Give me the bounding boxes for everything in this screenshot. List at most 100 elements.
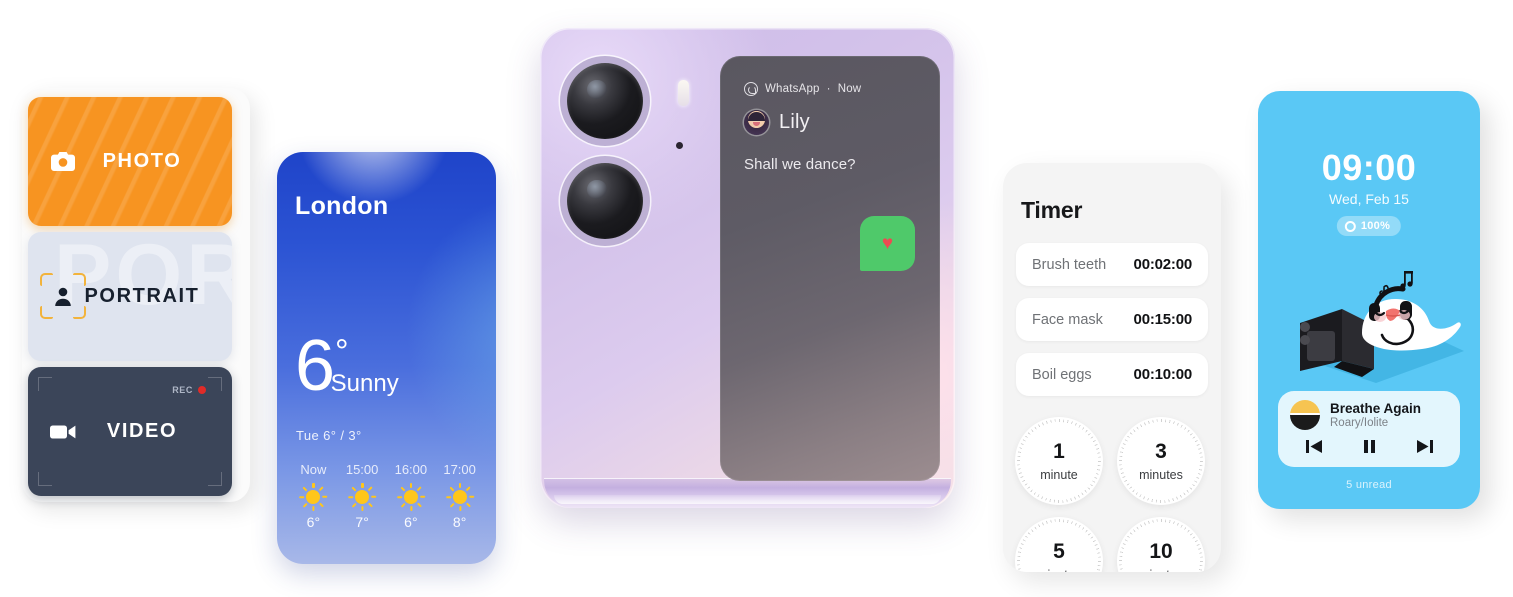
heart-icon: ♥ [881,233,894,254]
status-badge: 100% [1336,216,1402,236]
music-track-title: Breathe Again [1330,400,1422,416]
hourly-time: 17:00 [443,462,476,477]
weather-widget[interactable]: London 6 ° Sunny Tue 6° / 3° Now 6° 15:0… [277,152,496,564]
sun-ray [319,502,325,508]
person-glyph-icon [44,287,82,306]
battery-ring-icon [1344,220,1356,232]
camera-mode-video[interactable]: REC VIDEO [28,367,232,496]
timer-row-duration: 00:02:00 [1133,256,1193,273]
sun-ray [468,495,474,499]
dial-ticks [1119,519,1203,572]
sun-ray [367,486,374,492]
hourly-item[interactable]: Now 6° [289,462,338,530]
sun-ray [445,495,451,499]
lockscreen-clock-widget: 09:00 Wed, Feb 15 100% Breathe Again Roa… [1258,91,1480,509]
weather-hourly-forecast: Now 6° 15:00 7° 16:00 6° 17:00 8° [289,462,484,530]
clock-date: Wed, Feb 15 [1329,191,1409,207]
weather-current-block: 6 ° Sunny [295,330,399,402]
sun-ray [397,495,403,499]
unread-count-label: 5 unread [1346,479,1392,491]
hourly-time: Now [300,462,327,477]
sun-icon [445,483,474,511]
bird-with-headphones-illustration [1258,251,1480,391]
sun-ray [458,483,462,488]
sun-ray [351,502,357,508]
notification-app-header: WhatsApp · Now [744,82,861,96]
clock-time: 09:00 [1321,147,1417,188]
weather-condition: Sunny [330,370,399,398]
camera-mode-photo-label: PHOTO [102,150,182,172]
camera-mode-photo[interactable]: PHOTO [28,97,232,226]
sun-ray [322,495,328,499]
notification-separator: · [826,83,831,95]
sun-icon [397,483,426,511]
sun-ray [416,486,422,492]
hourly-temp: 6° [306,514,321,530]
sun-ray [449,502,455,508]
page-title: Timer [1021,197,1083,223]
skip-next-icon[interactable] [1416,439,1433,454]
timer-dial-10-minutes[interactable]: 10 minutes [1117,517,1205,572]
hourly-item[interactable]: 16:00 6° [387,462,436,530]
rec-label: REC [172,385,193,395]
pause-icon[interactable] [1363,439,1376,454]
sun-ray [367,502,374,508]
phone-camera-lens-primary [567,63,643,139]
phone-sensor-dot [676,142,683,149]
notification-sticker-bubble[interactable]: ♥ [860,216,915,271]
dial-ticks [1017,519,1101,572]
rec-indicator: REC [172,385,206,395]
notification-message-text: Shall we dance? [744,156,856,173]
sun-ray [458,506,462,511]
rec-dot-icon [198,386,206,394]
phone-camera-lens-secondary [567,163,643,239]
sun-ray [302,502,309,508]
phone-hinge [544,478,951,508]
sun-ray [302,486,309,492]
phone-flash-icon [678,80,689,106]
sun-ray [416,502,422,508]
battery-percentage: 100% [1360,220,1391,232]
sun-ray [465,502,471,508]
sun-ray [409,483,413,488]
timer-dial-3-minutes[interactable]: 3 minutes [1117,417,1205,505]
sun-ray [312,483,315,488]
hourly-time: 16:00 [394,462,428,477]
sun-ray [351,486,357,492]
notification-time: Now [837,83,862,95]
timer-row[interactable]: Boil eggs 00:10:00 [1016,353,1208,396]
hourly-item[interactable]: 15:00 7° [338,462,387,530]
timer-row[interactable]: Face mask 00:15:00 [1016,298,1208,341]
weather-degree-symbol: ° [335,333,349,371]
sun-ray [361,506,364,511]
timer-dial-5-minutes[interactable]: 5 minutes [1015,517,1103,572]
music-player-widget: Breathe Again Roary/Iolite [1278,391,1460,467]
sun-ray [361,483,364,488]
sun-ray [400,486,406,492]
camera-mode-portrait[interactable]: POR PORTRAIT [28,232,232,361]
sun-ray [449,486,455,492]
hourly-temp: 6° [404,514,418,530]
camera-modes-panel: PHOTO POR PORTRAIT REC VIDEO [22,88,250,502]
sun-ray [319,486,325,492]
music-track-info: Breathe Again Roary/Iolite [1290,400,1448,430]
album-art [1290,400,1320,430]
timer-row-name: Face mask [1032,311,1103,328]
skip-previous-icon[interactable] [1305,439,1323,454]
avatar [744,110,769,135]
sun-ray [312,506,315,511]
notification-sender-name: Lily [779,111,810,133]
timer-dial-1-minute[interactable]: 1 minute [1015,417,1103,505]
timer-widget: Timer Brush teeth 00:02:00 Face mask 00:… [1003,163,1221,572]
timer-row[interactable]: Brush teeth 00:02:00 [1016,243,1208,286]
phone-cover-screen[interactable]: WhatsApp · Now Lily Shall we dance? ♥ [720,56,940,481]
hourly-time: 15:00 [345,462,379,477]
timer-presets-list: Brush teeth 00:02:00 Face mask 00:15:00 … [1016,243,1208,408]
music-transport-controls [1290,439,1448,454]
hourly-item[interactable]: 17:00 8° [435,462,484,530]
timer-row-name: Boil eggs [1032,366,1092,383]
weather-day-range: Tue 6° / 3° [296,428,362,443]
camera-mode-video-label: VIDEO [106,420,178,442]
notification-app-name: WhatsApp [765,83,820,95]
sun-ray [371,495,377,499]
